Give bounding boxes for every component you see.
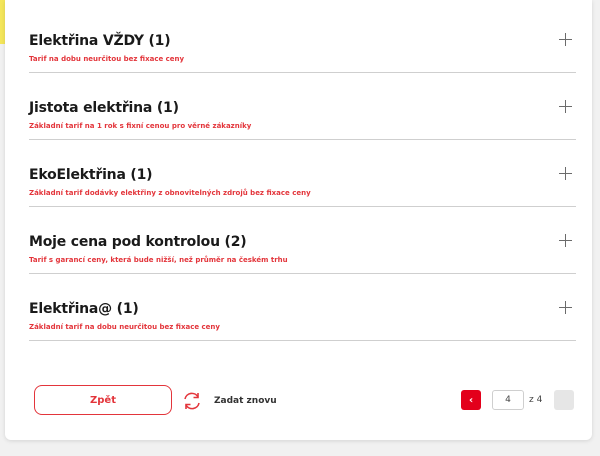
tariff-title: Jistota elektřina (1) (29, 100, 179, 116)
tariff-subtitle: Základní tarif na 1 rok s fixní cenou pr… (29, 122, 252, 130)
next-page-button[interactable] (554, 390, 574, 410)
tariff-title: EkoElektřina (1) (29, 167, 153, 183)
tariff-title: Elektřina VŽDY (1) (29, 33, 171, 49)
plus-icon[interactable] (559, 167, 572, 180)
prev-page-button[interactable]: ‹ (461, 390, 481, 410)
tariff-card: Elektřina VŽDY (1) Tarif na dobu neurčit… (5, 0, 592, 440)
tariff-subtitle: Tarif s garancí ceny, která bude nižší, … (29, 256, 288, 264)
tariff-subtitle: Tarif na dobu neurčitou bez fixace ceny (29, 55, 185, 63)
tariff-item-moje-cena[interactable]: Moje cena pod kontrolou (2) Tarif s gara… (29, 207, 576, 274)
plus-icon[interactable] (559, 301, 572, 314)
plus-icon[interactable] (559, 234, 572, 247)
tariff-subtitle: Základní tarif dodávky elektřiny z obnov… (29, 189, 311, 197)
back-button[interactable]: Zpět (34, 385, 172, 415)
page-number-input[interactable]: 4 (492, 390, 524, 410)
tariff-item-eko[interactable]: EkoElektřina (1) Základní tarif dodávky … (29, 140, 576, 207)
page-total: z 4 (529, 395, 543, 405)
tariff-title: Elektřina@ (1) (29, 301, 139, 317)
refresh-icon[interactable] (181, 390, 203, 412)
plus-icon[interactable] (559, 33, 572, 46)
plus-icon[interactable] (559, 100, 572, 113)
tariff-item-elektrina-at[interactable]: Elektřina@ (1) Základní tarif na dobu ne… (29, 274, 576, 341)
tariff-list: Elektřina VŽDY (1) Tarif na dobu neurčit… (29, 6, 576, 341)
tariff-item-jistota[interactable]: Jistota elektřina (1) Základní tarif na … (29, 73, 576, 140)
tariff-item-vzdy[interactable]: Elektřina VŽDY (1) Tarif na dobu neurčit… (29, 6, 576, 73)
tariff-title: Moje cena pod kontrolou (2) (29, 234, 247, 250)
reset-link[interactable]: Zadat znovu (214, 396, 277, 406)
tariff-subtitle: Základní tarif na dobu neurčitou bez fix… (29, 323, 220, 331)
